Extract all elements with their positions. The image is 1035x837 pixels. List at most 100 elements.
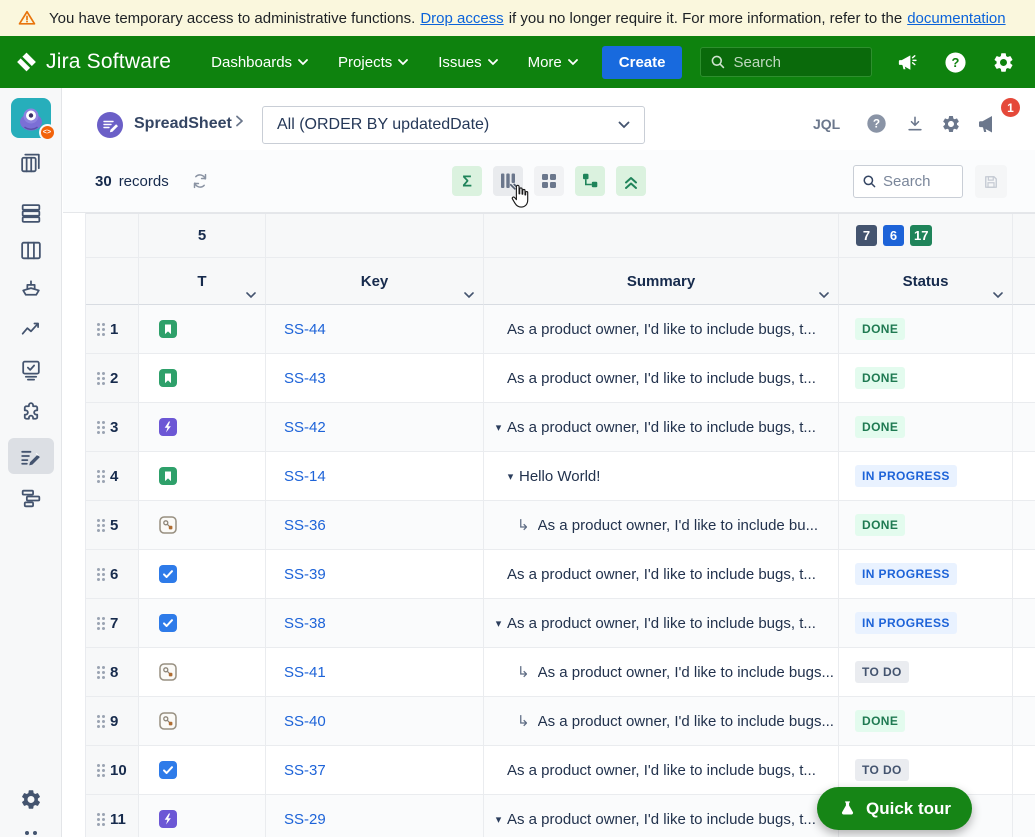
- export-download-icon[interactable]: [905, 114, 925, 134]
- filter-select[interactable]: All (ORDER BY updatedDate): [262, 106, 645, 144]
- drop-access-link[interactable]: Drop access: [420, 10, 503, 27]
- row-handle[interactable]: 6: [86, 550, 139, 599]
- status-badge[interactable]: DONE: [855, 318, 906, 340]
- jira-logo[interactable]: Jira Software: [14, 50, 171, 75]
- issue-key-link[interactable]: SS-38: [284, 615, 326, 632]
- drag-handle-icon[interactable]: [97, 567, 100, 571]
- sidebar-item-boards[interactable]: [18, 151, 43, 176]
- table-search[interactable]: [853, 165, 963, 198]
- sidebar-item-gantt-rows[interactable]: [18, 486, 43, 511]
- issue-key-link[interactable]: SS-41: [284, 664, 326, 681]
- status-badge[interactable]: TO DO: [855, 661, 909, 683]
- summary-cell[interactable]: ▾↳As a product owner, I'd like to includ…: [484, 501, 839, 550]
- sum-sigma-button[interactable]: Σ: [452, 166, 482, 196]
- type-cell[interactable]: [139, 697, 266, 746]
- summary-cell[interactable]: ▾↳As a product owner, I'd like to includ…: [484, 403, 839, 452]
- status-badge[interactable]: IN PROGRESS: [855, 465, 957, 487]
- issue-key-link[interactable]: SS-29: [284, 811, 326, 828]
- issue-key-link[interactable]: SS-42: [284, 419, 326, 436]
- nav-more[interactable]: More: [528, 54, 578, 71]
- help-icon[interactable]: ?: [866, 113, 887, 134]
- status-badge[interactable]: IN PROGRESS: [855, 563, 957, 585]
- drag-handle-icon[interactable]: [97, 371, 100, 375]
- summary-cell[interactable]: ▾↳As a product owner, I'd like to includ…: [484, 354, 839, 403]
- row-handle[interactable]: 7: [86, 599, 139, 648]
- tree-view-button[interactable]: [575, 166, 605, 196]
- drag-handle-icon[interactable]: [97, 616, 100, 620]
- row-handle[interactable]: 10: [86, 746, 139, 795]
- sidebar-item-reports-chart[interactable]: [18, 316, 43, 341]
- summary-cell[interactable]: ▾↳Hello World!: [484, 452, 839, 501]
- status-badge[interactable]: TO DO: [855, 759, 909, 781]
- sidebar-item-backlog[interactable]: [18, 201, 43, 226]
- type-cell[interactable]: [139, 305, 266, 354]
- row-handle[interactable]: 4: [86, 452, 139, 501]
- summary-cell[interactable]: ▾↳As a product owner, I'd like to includ…: [484, 648, 839, 697]
- quick-tour-button[interactable]: Quick tour: [816, 787, 972, 830]
- issue-key-link[interactable]: SS-37: [284, 762, 326, 779]
- type-cell[interactable]: [139, 795, 266, 837]
- nav-issues[interactable]: Issues: [438, 54, 498, 71]
- status-badge[interactable]: DONE: [855, 367, 906, 389]
- expand-chevron-icon[interactable]: ▾: [502, 470, 519, 483]
- drag-handle-icon[interactable]: [97, 322, 100, 326]
- type-cell[interactable]: [139, 746, 266, 795]
- drag-handle-icon[interactable]: [97, 714, 100, 718]
- type-cell[interactable]: [139, 550, 266, 599]
- column-header-status[interactable]: Status: [839, 258, 1013, 305]
- type-cell[interactable]: [139, 403, 266, 452]
- status-badge[interactable]: DONE: [855, 514, 906, 536]
- refresh-icon[interactable]: [190, 171, 210, 191]
- issue-key-link[interactable]: SS-40: [284, 713, 326, 730]
- summary-cell[interactable]: ▾↳As a product owner, I'd like to includ…: [484, 305, 839, 354]
- issue-key-link[interactable]: SS-43: [284, 370, 326, 387]
- global-search[interactable]: [700, 47, 873, 77]
- grid-view-button[interactable]: [534, 166, 564, 196]
- row-handle[interactable]: 11: [86, 795, 139, 837]
- column-header-key[interactable]: Key: [266, 258, 484, 305]
- sidebar-item-partial-dots[interactable]: [19, 828, 43, 837]
- expand-chevron-icon[interactable]: ▾: [490, 813, 507, 826]
- type-cell[interactable]: [139, 501, 266, 550]
- drag-handle-icon[interactable]: [97, 812, 100, 816]
- documentation-link[interactable]: documentation: [907, 10, 1005, 27]
- spreadsheet-app-icon[interactable]: [97, 112, 123, 143]
- column-header-type[interactable]: T: [139, 258, 266, 305]
- issue-key-link[interactable]: SS-14: [284, 468, 326, 485]
- table-search-input[interactable]: [883, 173, 953, 190]
- help-icon[interactable]: ?: [944, 51, 967, 74]
- type-cell[interactable]: [139, 599, 266, 648]
- settings-gear-icon[interactable]: [941, 114, 961, 134]
- type-cell[interactable]: [139, 648, 266, 697]
- drag-handle-icon[interactable]: [97, 420, 100, 424]
- announcements-megaphone-icon[interactable]: [896, 51, 919, 74]
- sidebar-item-spreadsheet-editor[interactable]: [7, 438, 54, 474]
- issue-key-link[interactable]: SS-39: [284, 566, 326, 583]
- drag-handle-icon[interactable]: [97, 518, 100, 522]
- drag-handle-icon[interactable]: [97, 763, 100, 767]
- summary-cell[interactable]: ▾↳As a product owner, I'd like to includ…: [484, 599, 839, 648]
- global-search-input[interactable]: [733, 53, 854, 71]
- row-handle[interactable]: 2: [86, 354, 139, 403]
- sidebar-item-project-settings-gear[interactable]: [19, 788, 42, 811]
- sidebar-item-board-columns[interactable]: [18, 238, 43, 263]
- drag-handle-icon[interactable]: [97, 469, 100, 473]
- status-badge[interactable]: DONE: [855, 710, 906, 732]
- summary-cell[interactable]: ▾↳As a product owner, I'd like to includ…: [484, 550, 839, 599]
- sidebar-item-addons-puzzle[interactable]: [18, 400, 43, 425]
- create-button[interactable]: Create: [601, 45, 683, 79]
- issue-key-link[interactable]: SS-36: [284, 517, 326, 534]
- status-badge[interactable]: DONE: [855, 416, 906, 438]
- settings-gear-icon[interactable]: [992, 51, 1015, 74]
- sidebar-item-issues-panel[interactable]: [18, 358, 43, 383]
- columns-config-button[interactable]: [493, 166, 523, 196]
- save-button[interactable]: [975, 165, 1007, 198]
- expand-chevron-icon[interactable]: ▾: [490, 421, 507, 434]
- summary-cell[interactable]: ▾↳As a product owner, I'd like to includ…: [484, 795, 839, 837]
- row-handle[interactable]: 8: [86, 648, 139, 697]
- row-handle[interactable]: 5: [86, 501, 139, 550]
- summary-cell[interactable]: ▾↳As a product owner, I'd like to includ…: [484, 746, 839, 795]
- issue-key-link[interactable]: SS-44: [284, 321, 326, 338]
- app-title[interactable]: SpreadSheet: [134, 115, 232, 133]
- column-header-summary[interactable]: Summary: [484, 258, 839, 305]
